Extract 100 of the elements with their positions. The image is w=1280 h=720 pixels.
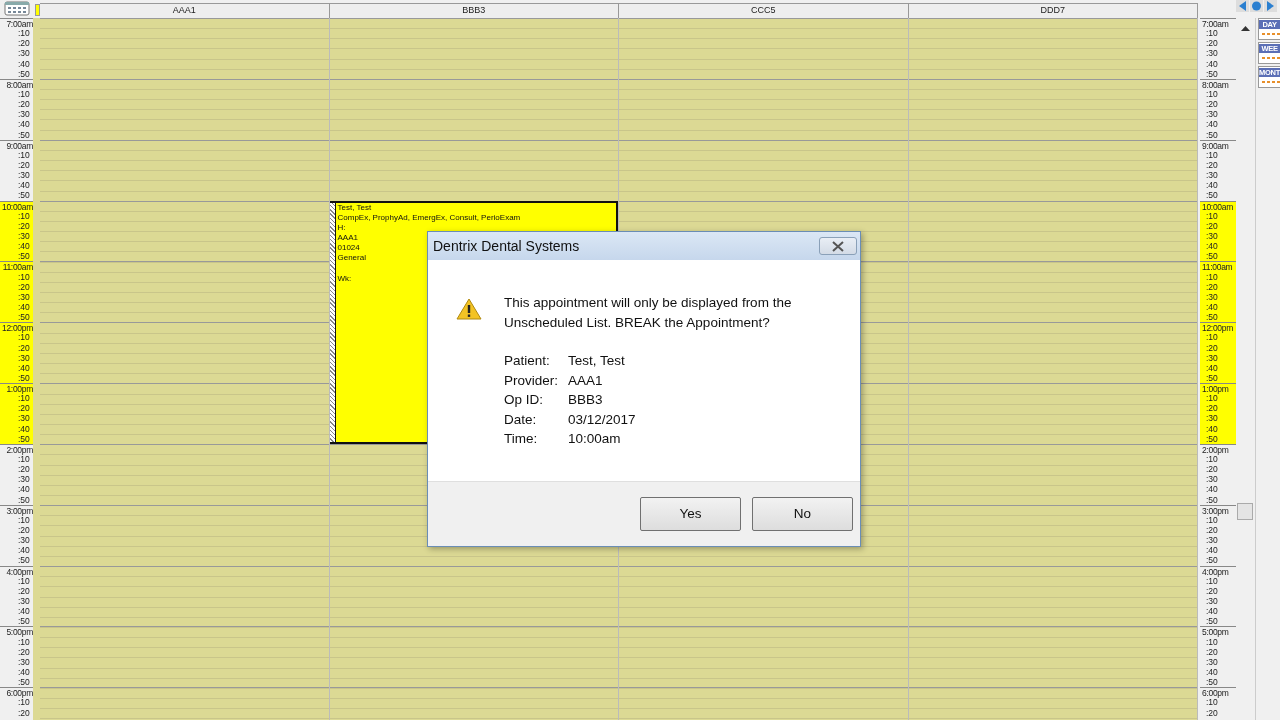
time-label: :20 (17, 99, 31, 110)
time-label: 1:00pm (5, 384, 33, 395)
time-label: 12:00pm (1201, 323, 1234, 334)
time-label: 8:00am (5, 79, 33, 90)
time-label: :10 (18, 393, 30, 404)
time-label: :40 (1205, 545, 1219, 556)
time-label: :10 (1206, 393, 1218, 404)
time-label: 12:00pm (1, 323, 33, 334)
time-label: :50 (17, 616, 31, 627)
time-label: :10 (17, 28, 31, 39)
time-label: :20 (17, 403, 31, 414)
time-label: :10 (18, 454, 30, 465)
time-label: :20 (1205, 464, 1219, 475)
time-label: :30 (17, 413, 31, 424)
time-label: :30 (17, 535, 31, 546)
time-label: 7:00am (1201, 19, 1230, 29)
time-label: :10 (18, 514, 30, 525)
time-label: :40 (17, 119, 31, 130)
calendar-dots-icon (1259, 30, 1280, 38)
time-label: :20 (17, 464, 31, 475)
next-arrow-icon[interactable] (1264, 0, 1277, 12)
time-label: :20 (1205, 646, 1219, 657)
time-label: :10 (1205, 89, 1219, 99)
time-label: :50 (17, 555, 31, 566)
time-label: :20 (1205, 99, 1219, 110)
time-label: 5:00pm (1201, 627, 1230, 638)
time-label: :10 (1206, 575, 1219, 586)
close-icon (832, 240, 844, 252)
time-label: :10 (1205, 210, 1219, 221)
appointment-text: 01024 (337, 243, 360, 254)
today-dot-icon[interactable] (1250, 0, 1263, 12)
time-label: :20 (17, 159, 31, 170)
time-label: :50 (17, 312, 31, 323)
calendar-dots-icon (1259, 78, 1280, 86)
close-button[interactable] (819, 237, 857, 255)
time-label: :40 (17, 423, 31, 434)
time-label: :20 (1205, 281, 1219, 292)
time-label: :50 (17, 677, 31, 688)
time-label: :20 (1205, 525, 1219, 536)
time-label: :30 (17, 230, 31, 241)
time-label: :40 (17, 58, 31, 69)
time-label: :10 (18, 697, 30, 708)
appointment-text: CompEx, ProphyAd, EmergEx, Consult, PerioExam (337, 212, 521, 223)
time-label: :20 (17, 220, 31, 231)
time-label: :40 (1205, 241, 1219, 252)
time-label: :30 (1205, 170, 1219, 181)
time-label: 2:00pm (5, 444, 33, 455)
time-label: :20 (1205, 585, 1219, 596)
time-label: :30 (17, 352, 31, 363)
time-label: :40 (1205, 484, 1219, 495)
time-label: 3:00pm (5, 505, 33, 516)
time-label: :50 (17, 68, 31, 79)
time-label: :40 (1205, 58, 1219, 69)
time-label: :30 (1205, 413, 1219, 424)
detail-label: Time: (504, 430, 539, 448)
time-label: :20 (1205, 342, 1219, 353)
time-label: :40 (17, 180, 31, 191)
time-label: :20 (17, 342, 31, 353)
appointment-text: AAA1 (337, 233, 358, 244)
time-label: :40 (17, 241, 31, 252)
time-label: :30 (1205, 352, 1219, 363)
time-label: 2:00pm (1201, 444, 1230, 455)
detail-label: Date: (504, 410, 538, 429)
time-label: 1:00pm (1201, 384, 1230, 395)
time-label: :10 (17, 89, 31, 99)
detail-value: AAA1 (568, 371, 603, 390)
time-label: :50 (1205, 129, 1219, 140)
previous-arrow-icon[interactable] (1236, 0, 1249, 12)
time-label: :50 (1205, 68, 1219, 79)
time-label: 11:00am (1201, 262, 1234, 273)
time-label: :20 (1205, 220, 1219, 231)
time-label: 7:00am (5, 19, 33, 29)
time-label: :30 (17, 170, 31, 181)
time-label: :20 (17, 646, 31, 657)
time-label: :30 (17, 474, 31, 485)
time-label: :10 (18, 636, 30, 647)
detail-label: Patient: (504, 352, 551, 370)
time-label: :20 (1205, 707, 1219, 718)
time-label: :30 (17, 109, 31, 120)
time-label: 5:00pm (5, 627, 33, 638)
time-label: :50 (1205, 616, 1219, 627)
time-label: :20 (17, 585, 31, 596)
detail-label: Op ID: (504, 391, 544, 409)
dialog-title: Dentrix Dental Systems (433, 236, 580, 256)
scrollbar-thumb[interactable] (1237, 503, 1253, 520)
time-label: :50 (1205, 433, 1219, 444)
time-label: :40 (17, 484, 31, 495)
time-label: 4:00pm (1201, 566, 1230, 577)
dialog-message: This appointment will only be displayed from the Unscheduled List. BREAK the Appointment? (504, 294, 793, 332)
time-label: :30 (1205, 230, 1219, 241)
time-label: :10 (1205, 271, 1219, 282)
time-label: :40 (1205, 119, 1219, 130)
time-label: 11:00am (1, 262, 33, 273)
time-label: :50 (1205, 251, 1219, 262)
dialog-button[interactable]: No (752, 497, 853, 531)
scroll-up-icon[interactable] (1241, 26, 1250, 31)
time-label: :40 (1205, 301, 1219, 312)
calendar-icon[interactable] (3, 1, 30, 16)
dialog-button[interactable]: Yes (640, 497, 741, 531)
appointment-text: General (337, 253, 366, 264)
